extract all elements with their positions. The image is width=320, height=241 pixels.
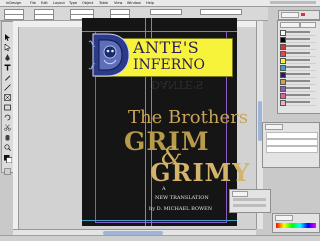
menu-edit[interactable]: Edit <box>41 0 48 6</box>
rotate-tool-icon[interactable] <box>4 106 11 121</box>
color-panel <box>272 213 320 233</box>
swatch-row[interactable] <box>280 37 316 43</box>
panel-tab-layers[interactable] <box>265 124 283 130</box>
menu-file[interactable]: File <box>30 0 36 6</box>
pages-panel <box>278 10 320 20</box>
menu-view[interactable]: View <box>114 0 122 6</box>
text-author[interactable]: by D. MICHAEL BOWEN <box>149 206 212 212</box>
panel-swatch <box>301 13 305 16</box>
ornate-d-logo[interactable] <box>87 30 131 80</box>
pencil-tool-icon[interactable] <box>4 66 11 81</box>
swatch-row[interactable] <box>280 86 316 92</box>
stroke-weight-field[interactable] <box>150 9 182 15</box>
swatch-row[interactable] <box>280 30 316 36</box>
height-field[interactable] <box>34 14 54 20</box>
rectangle-tool-icon[interactable] <box>4 96 11 111</box>
swatch-row[interactable] <box>280 100 316 106</box>
pen-tool-icon[interactable] <box>4 46 11 61</box>
menu-bar: InDesign File Edit Layout Type Object Ta… <box>0 0 320 7</box>
fill-swatch-icon[interactable] <box>4 148 13 164</box>
frame-tool-icon[interactable] <box>4 86 11 101</box>
panel-tab-swatches[interactable] <box>280 22 300 28</box>
swatch-row[interactable] <box>280 93 316 99</box>
type-tool-icon[interactable] <box>4 56 11 71</box>
layer-row[interactable] <box>266 146 318 153</box>
horizontal-guide[interactable] <box>82 220 237 221</box>
status-icons <box>270 1 316 4</box>
hand-tool-icon[interactable] <box>4 126 11 141</box>
menu-table[interactable]: Table <box>99 0 108 6</box>
color-ramp[interactable] <box>276 223 316 228</box>
text-new-translation[interactable]: NEW TRANSLATION <box>155 195 209 201</box>
menu-window[interactable]: Window <box>127 0 141 6</box>
panel-tab-info[interactable] <box>232 191 248 197</box>
subtitle-brothers[interactable]: The Brothers <box>128 107 248 128</box>
status-bar <box>0 235 320 241</box>
title-inferno[interactable]: INFERNO <box>133 57 205 73</box>
swatch-row[interactable] <box>280 58 316 64</box>
swatch-row[interactable] <box>280 79 316 85</box>
zoom-icon[interactable] <box>4 136 11 151</box>
swatch-row[interactable] <box>280 65 316 71</box>
direct-select-icon[interactable] <box>4 36 11 52</box>
swatch-row[interactable] <box>280 51 316 57</box>
menu-type[interactable]: Type <box>69 0 77 6</box>
info-readout <box>233 204 266 207</box>
swatches-panel <box>277 20 320 114</box>
layer-row[interactable] <box>266 139 318 146</box>
swatch-row[interactable] <box>280 72 316 78</box>
title-dantes[interactable]: ANTE'S <box>133 38 199 57</box>
menu-app[interactable]: InDesign <box>6 0 21 6</box>
view-mode-icon[interactable] <box>4 160 11 175</box>
text-a[interactable]: A <box>162 186 166 192</box>
style-field[interactable] <box>200 9 242 15</box>
panel-tab-stroke[interactable] <box>300 22 316 28</box>
layers-panel <box>262 122 320 168</box>
swatch-row[interactable] <box>280 44 316 50</box>
line-tool-icon[interactable] <box>4 76 11 91</box>
info-readout <box>233 198 266 201</box>
subtitle-grimy[interactable]: GRIMY <box>150 158 250 187</box>
menu-object[interactable]: Object <box>82 0 93 6</box>
panel-tab[interactable] <box>281 12 299 18</box>
arrow-icon[interactable] <box>4 26 11 41</box>
panel-tab-color[interactable] <box>275 215 293 221</box>
menu-layout[interactable]: Layout <box>53 0 65 6</box>
y-field[interactable] <box>4 14 24 20</box>
menu-help[interactable]: Help <box>146 0 154 6</box>
scissors-tool-icon[interactable] <box>4 116 11 131</box>
layer-row[interactable] <box>266 132 318 139</box>
info-panel <box>229 189 271 213</box>
title-reflection: DANTE'S <box>151 78 204 91</box>
